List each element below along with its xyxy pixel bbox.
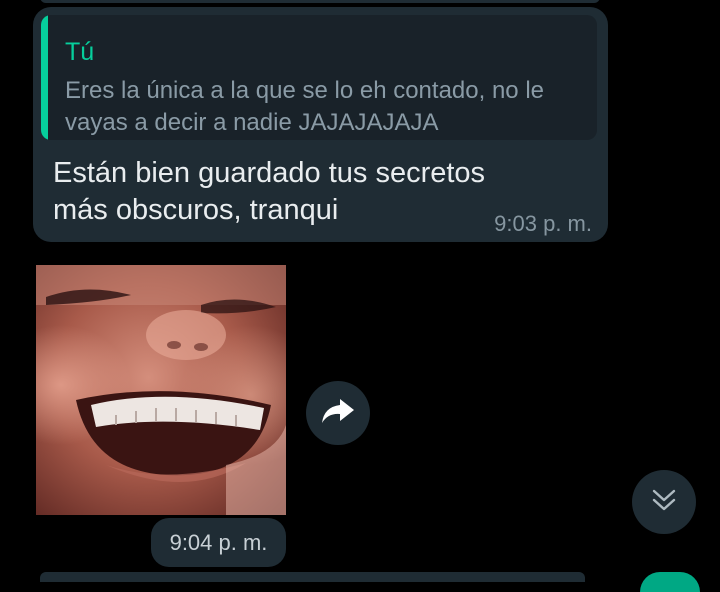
quoted-author: Tú [65, 38, 95, 66]
next-message-bubble-edge [40, 572, 585, 582]
quoted-text: Eres la única a la que se lo eh contado,… [65, 77, 544, 136]
message-timestamp: 9:03 p. m. [494, 211, 592, 236]
scroll-to-bottom-button[interactable] [632, 470, 696, 534]
incoming-message-bubble[interactable]: Tú Eres la única a la que se lo eh conta… [33, 7, 608, 242]
message-text: Están bien guardado tus secretos más obs… [53, 157, 486, 226]
quoted-message[interactable]: Tú Eres la única a la que se lo eh conta… [41, 15, 597, 140]
previous-message-bubble-edge [40, 0, 600, 3]
double-chevron-down-icon [651, 487, 677, 518]
quote-accent-bar [41, 15, 48, 140]
image-timestamp: 9:04 p. m. [151, 518, 286, 567]
image-message-photo[interactable] [36, 265, 286, 515]
forward-button[interactable] [306, 381, 370, 445]
forward-arrow-icon [321, 398, 355, 429]
floating-action-button-edge[interactable] [640, 572, 700, 592]
